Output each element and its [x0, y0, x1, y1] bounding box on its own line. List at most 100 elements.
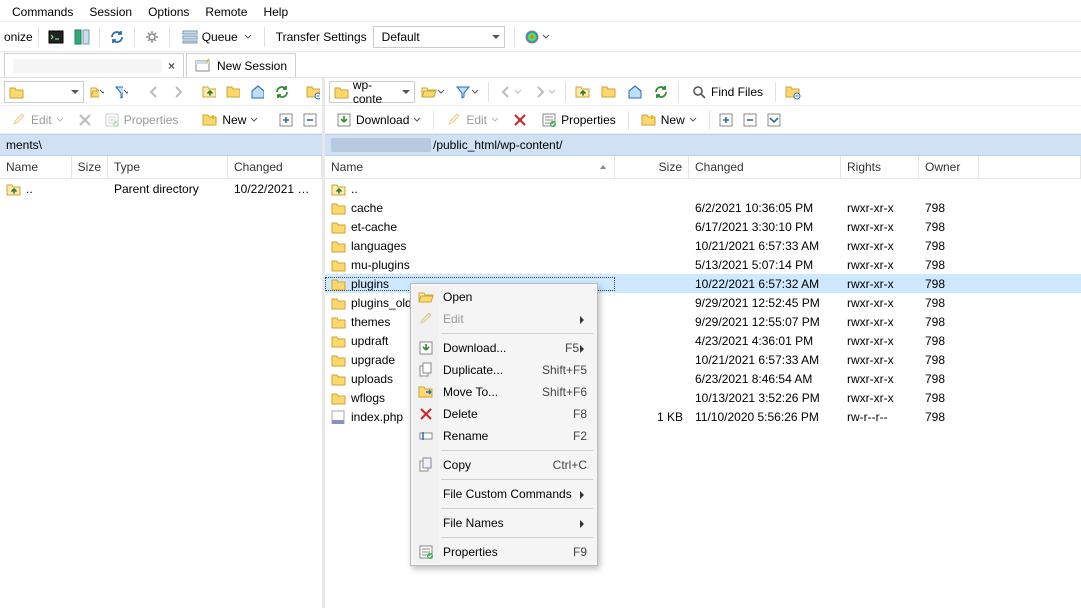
file-icon — [331, 315, 347, 329]
menu-options[interactable]: Options — [142, 3, 195, 18]
compare-icon[interactable] — [70, 26, 94, 48]
local-back-icon[interactable] — [142, 81, 164, 103]
transfer-settings-combo[interactable] — [373, 26, 505, 48]
local-minus-icon[interactable] — [299, 109, 321, 131]
remote-path-combo[interactable]: wp-conte — [329, 81, 415, 103]
ctx-download[interactable]: Download...F5 — [413, 337, 595, 359]
local-new-button[interactable]: New — [195, 109, 265, 131]
file-icon — [331, 239, 347, 253]
remote-link-icon[interactable] — [781, 81, 805, 103]
color-icon[interactable] — [520, 26, 554, 48]
local-actions: Edit Properties New — [0, 106, 322, 134]
remote-refresh-icon[interactable] — [649, 81, 673, 103]
local-fwd-icon[interactable] — [166, 81, 188, 103]
remote-home-icon[interactable] — [623, 81, 647, 103]
file-icon — [6, 182, 22, 196]
local-filter-icon[interactable] — [110, 81, 132, 103]
chevron-down-icon — [244, 33, 252, 41]
local-bookmark-icon[interactable] — [86, 81, 108, 103]
col-changed[interactable]: Changed — [228, 156, 322, 178]
remote-columns: Name Size Changed Rights Owner — [325, 156, 1081, 179]
remote-fwd-icon[interactable] — [528, 81, 560, 103]
local-properties-button[interactable]: Properties — [97, 109, 186, 131]
local-path-bar: ments\ — [0, 134, 322, 156]
main-toolbar: onize Queue Transfer Settings — [0, 22, 1081, 52]
ctx-copy[interactable]: CopyCtrl+C — [413, 454, 595, 476]
list-item[interactable]: et-cache6/17/2021 3:30:10 PMrwxr-xr-x798 — [325, 217, 1081, 236]
list-item[interactable]: cache6/2/2021 10:36:05 PMrwxr-xr-x798 — [325, 198, 1081, 217]
new-session-tab[interactable]: New Session — [186, 53, 296, 77]
file-icon — [331, 391, 347, 405]
col-owner[interactable]: Owner — [919, 156, 979, 178]
local-home-icon[interactable] — [246, 81, 268, 103]
remote-collapse-icon[interactable] — [763, 109, 785, 131]
local-parent-icon[interactable] — [198, 81, 220, 103]
remote-plus-icon[interactable] — [715, 109, 737, 131]
file-icon — [331, 410, 347, 424]
ctx-rename[interactable]: RenameF2 — [413, 425, 595, 447]
remote-actions: Download Edit Properties New — [325, 106, 1081, 134]
transfer-settings-value[interactable] — [380, 29, 486, 45]
col-type[interactable]: Type — [108, 156, 228, 178]
local-plus-icon[interactable] — [275, 109, 297, 131]
download-button[interactable]: Download — [329, 109, 428, 131]
ctx-file-names[interactable]: File Names — [413, 512, 595, 534]
remote-host-blurred — [331, 138, 431, 152]
col-size[interactable]: Size — [72, 156, 108, 178]
new-session-icon — [195, 58, 211, 74]
menu-help[interactable]: Help — [257, 3, 294, 18]
session-tab-active[interactable]: × — [4, 53, 184, 77]
local-file-list[interactable]: ..Parent directory10/22/2021 10:28 — [0, 179, 322, 608]
local-pane: Edit Properties New ments\ Name Size Typ… — [0, 78, 325, 608]
file-icon — [331, 296, 347, 310]
remote-bookmark-icon[interactable] — [417, 81, 449, 103]
list-item[interactable]: .. — [325, 179, 1081, 198]
file-icon — [331, 277, 347, 291]
gear-icon[interactable] — [140, 26, 164, 48]
local-root-icon[interactable] — [222, 81, 244, 103]
transfer-settings-label: Transfer Settings — [276, 30, 367, 44]
ctx-edit: Edit — [413, 308, 595, 330]
ctx-duplicate[interactable]: Duplicate...Shift+F5 — [413, 359, 595, 381]
remote-new-button[interactable]: New — [634, 109, 704, 131]
ctx-custom-commands[interactable]: File Custom Commands — [413, 483, 595, 505]
remote-back-icon[interactable] — [494, 81, 526, 103]
col-name[interactable]: Name — [0, 156, 72, 178]
local-path-combo[interactable] — [4, 81, 84, 103]
file-icon — [331, 201, 347, 215]
local-delete-disabled[interactable] — [73, 109, 95, 131]
remote-parent-icon[interactable] — [571, 81, 595, 103]
ctx-open[interactable]: Open — [413, 286, 595, 308]
col-rights[interactable]: Rights — [841, 156, 919, 178]
terminal-icon[interactable] — [44, 26, 68, 48]
file-icon — [331, 258, 347, 272]
sort-asc-icon — [598, 162, 608, 172]
ctx-move-to[interactable]: Move To...Shift+F6 — [413, 381, 595, 403]
remote-edit-button[interactable]: Edit — [439, 109, 506, 131]
list-item[interactable]: ..Parent directory10/22/2021 10:28 — [0, 179, 322, 198]
ctx-properties[interactable]: PropertiesF9 — [413, 541, 595, 563]
list-item[interactable]: languages10/21/2021 6:57:33 AMrwxr-xr-x7… — [325, 236, 1081, 255]
local-edit-button[interactable]: Edit — [4, 109, 71, 131]
local-refresh-icon[interactable] — [270, 81, 292, 103]
remote-minus-icon[interactable] — [739, 109, 761, 131]
ctx-delete[interactable]: DeleteF8 — [413, 403, 595, 425]
menu-remote[interactable]: Remote — [199, 3, 253, 18]
menu-session[interactable]: Session — [83, 3, 138, 18]
col-size[interactable]: Size — [615, 156, 689, 178]
file-icon — [331, 182, 347, 196]
find-files-button[interactable]: Find Files — [684, 81, 770, 103]
remote-root-icon[interactable] — [597, 81, 621, 103]
col-changed[interactable]: Changed — [689, 156, 841, 178]
remote-properties-button[interactable]: Properties — [534, 109, 623, 131]
close-icon[interactable]: × — [168, 59, 175, 73]
sync-browse-icon[interactable] — [105, 26, 129, 48]
local-link-icon[interactable] — [302, 81, 324, 103]
queue-button[interactable]: Queue — [175, 26, 259, 48]
sync-button-label-fragment[interactable]: onize — [4, 30, 33, 44]
remote-delete-button[interactable] — [508, 109, 532, 131]
col-name[interactable]: Name — [325, 156, 615, 178]
list-item[interactable]: mu-plugins5/13/2021 5:07:14 PMrwxr-xr-x7… — [325, 255, 1081, 274]
menu-commands[interactable]: Commands — [6, 3, 79, 18]
remote-filter-icon[interactable] — [451, 81, 483, 103]
